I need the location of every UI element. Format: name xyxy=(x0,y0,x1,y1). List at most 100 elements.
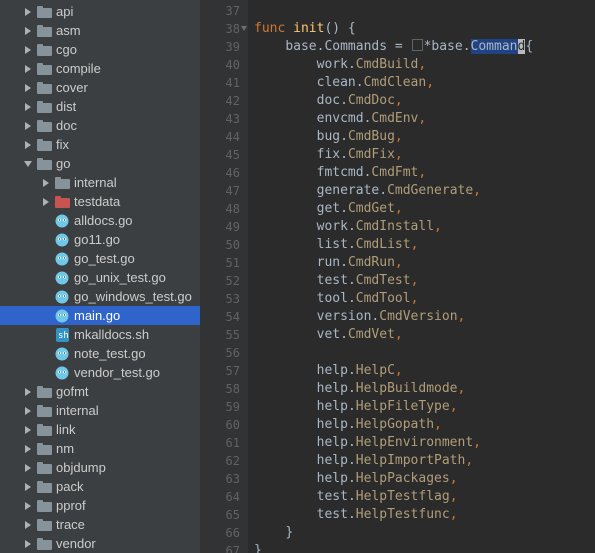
code-line[interactable]: vet.CmdVet, xyxy=(254,326,595,344)
tree-folder[interactable]: internal xyxy=(0,173,200,192)
chevron-right-icon[interactable] xyxy=(40,198,52,206)
code-line[interactable]: get.CmdGet, xyxy=(254,200,595,218)
tree-folder[interactable]: objdump xyxy=(0,458,200,477)
gutter-line-number[interactable]: 53 xyxy=(200,290,240,308)
gutter-line-number[interactable]: 63 xyxy=(200,470,240,488)
tree-folder[interactable]: api xyxy=(0,2,200,21)
chevron-right-icon[interactable] xyxy=(22,103,34,111)
gutter-line-number[interactable]: 54 xyxy=(200,308,240,326)
chevron-right-icon[interactable] xyxy=(22,445,34,453)
code-line[interactable]: func init() { xyxy=(254,20,595,38)
tree-file[interactable]: go_windows_test.go xyxy=(0,287,200,306)
gutter-line-number[interactable]: 55 xyxy=(200,326,240,344)
code-line[interactable]: } xyxy=(254,542,595,553)
gutter-line-number[interactable]: 57 xyxy=(200,362,240,380)
project-tree[interactable]: apiasmcgocompilecoverdistdocfixgointerna… xyxy=(0,0,200,553)
tree-file[interactable]: main.go xyxy=(0,306,200,325)
tree-folder[interactable]: go xyxy=(0,154,200,173)
chevron-right-icon[interactable] xyxy=(22,521,34,529)
code-line[interactable]: envcmd.CmdEnv, xyxy=(254,110,595,128)
gutter-line-number[interactable]: 38 xyxy=(200,20,240,38)
chevron-down-icon[interactable] xyxy=(22,160,34,168)
code-line[interactable]: list.CmdList, xyxy=(254,236,595,254)
gutter-line-number[interactable]: 58 xyxy=(200,380,240,398)
tree-file[interactable]: vendor_test.go xyxy=(0,363,200,382)
tree-file[interactable]: note_test.go xyxy=(0,344,200,363)
chevron-right-icon[interactable] xyxy=(22,388,34,396)
tree-folder[interactable]: dist xyxy=(0,97,200,116)
code-line[interactable]: help.HelpPackages, xyxy=(254,470,595,488)
gutter-line-number[interactable]: 47 xyxy=(200,182,240,200)
code-line[interactable]: doc.CmdDoc, xyxy=(254,92,595,110)
editor-code-area[interactable]: func init() { base.Commands = *base.Comm… xyxy=(248,0,595,553)
gutter-line-number[interactable]: 51 xyxy=(200,254,240,272)
code-line[interactable] xyxy=(254,2,595,20)
tree-folder[interactable]: cgo xyxy=(0,40,200,59)
code-line[interactable]: generate.CmdGenerate, xyxy=(254,182,595,200)
gutter-line-number[interactable]: 66 xyxy=(200,524,240,542)
gutter-line-number[interactable]: 61 xyxy=(200,434,240,452)
code-line[interactable]: test.HelpTestfunc, xyxy=(254,506,595,524)
editor-gutter[interactable]: 3738394041424344454647484950515253545556… xyxy=(200,0,248,553)
gutter-line-number[interactable]: 64 xyxy=(200,488,240,506)
code-line[interactable]: test.HelpTestflag, xyxy=(254,488,595,506)
gutter-line-number[interactable]: 46 xyxy=(200,164,240,182)
tree-folder[interactable]: doc xyxy=(0,116,200,135)
tree-file[interactable]: alldocs.go xyxy=(0,211,200,230)
code-line[interactable]: help.HelpImportPath, xyxy=(254,452,595,470)
tree-folder[interactable]: internal xyxy=(0,401,200,420)
chevron-right-icon[interactable] xyxy=(22,65,34,73)
code-line[interactable]: help.HelpBuildmode, xyxy=(254,380,595,398)
gutter-line-number[interactable]: 41 xyxy=(200,74,240,92)
gutter-line-number[interactable]: 60 xyxy=(200,416,240,434)
code-line[interactable]: clean.CmdClean, xyxy=(254,74,595,92)
gutter-line-number[interactable]: 37 xyxy=(200,2,240,20)
chevron-right-icon[interactable] xyxy=(22,8,34,16)
code-line[interactable]: } xyxy=(254,524,595,542)
tree-file[interactable]: go_test.go xyxy=(0,249,200,268)
code-line[interactable]: help.HelpEnvironment, xyxy=(254,434,595,452)
gutter-line-number[interactable]: 42 xyxy=(200,92,240,110)
gutter-line-number[interactable]: 56 xyxy=(200,344,240,362)
tree-file[interactable]: go11.go xyxy=(0,230,200,249)
code-line[interactable]: work.CmdInstall, xyxy=(254,218,595,236)
chevron-right-icon[interactable] xyxy=(22,483,34,491)
code-line[interactable]: test.CmdTest, xyxy=(254,272,595,290)
gutter-line-number[interactable]: 67 xyxy=(200,542,240,553)
code-line[interactable]: help.HelpC, xyxy=(254,362,595,380)
gutter-line-number[interactable]: 62 xyxy=(200,452,240,470)
code-line[interactable] xyxy=(254,344,595,362)
tree-file[interactable]: go_unix_test.go xyxy=(0,268,200,287)
tree-folder[interactable]: pprof xyxy=(0,496,200,515)
code-line[interactable]: base.Commands = *base.Command{ xyxy=(254,38,595,56)
gutter-line-number[interactable]: 65 xyxy=(200,506,240,524)
gutter-line-number[interactable]: 49 xyxy=(200,218,240,236)
tree-folder[interactable]: nm xyxy=(0,439,200,458)
tree-folder[interactable]: asm xyxy=(0,21,200,40)
tree-folder[interactable]: fix xyxy=(0,135,200,154)
code-line[interactable]: bug.CmdBug, xyxy=(254,128,595,146)
gutter-line-number[interactable]: 43 xyxy=(200,110,240,128)
gutter-line-number[interactable]: 50 xyxy=(200,236,240,254)
code-line[interactable]: fmtcmd.CmdFmt, xyxy=(254,164,595,182)
tree-file[interactable]: shmkalldocs.sh xyxy=(0,325,200,344)
code-line[interactable]: version.CmdVersion, xyxy=(254,308,595,326)
chevron-right-icon[interactable] xyxy=(40,179,52,187)
gutter-line-number[interactable]: 48 xyxy=(200,200,240,218)
code-line[interactable]: help.HelpFileType, xyxy=(254,398,595,416)
gutter-line-number[interactable]: 39 xyxy=(200,38,240,56)
code-line[interactable]: tool.CmdTool, xyxy=(254,290,595,308)
gutter-line-number[interactable]: 45 xyxy=(200,146,240,164)
gutter-line-number[interactable]: 59 xyxy=(200,398,240,416)
chevron-right-icon[interactable] xyxy=(22,46,34,54)
gutter-line-number[interactable]: 44 xyxy=(200,128,240,146)
chevron-right-icon[interactable] xyxy=(22,122,34,130)
chevron-right-icon[interactable] xyxy=(22,141,34,149)
chevron-right-icon[interactable] xyxy=(22,407,34,415)
tree-folder[interactable]: gofmt xyxy=(0,382,200,401)
tree-folder[interactable]: cover xyxy=(0,78,200,97)
tree-folder[interactable]: testdata xyxy=(0,192,200,211)
tree-folder[interactable]: trace xyxy=(0,515,200,534)
code-line[interactable]: fix.CmdFix, xyxy=(254,146,595,164)
tree-folder[interactable]: link xyxy=(0,420,200,439)
